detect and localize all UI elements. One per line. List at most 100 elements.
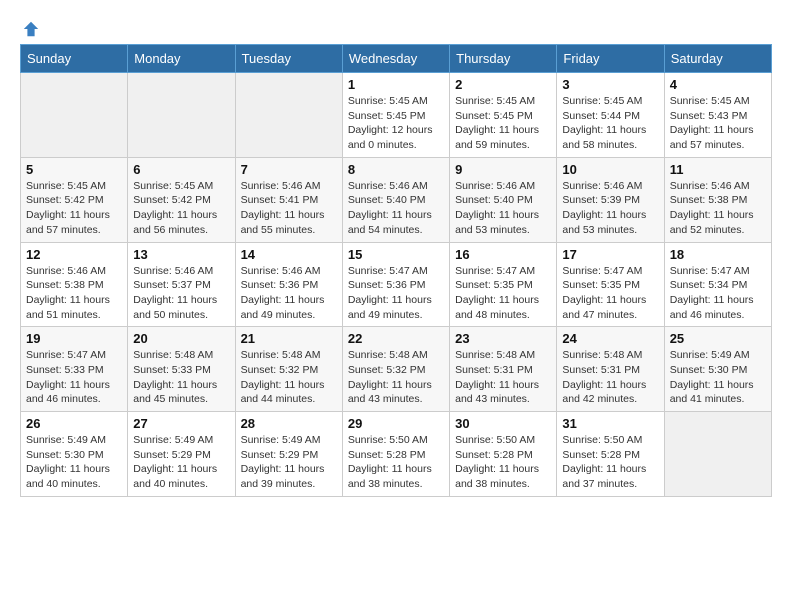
day-info: Sunrise: 5:46 AM Sunset: 5:37 PM Dayligh…: [133, 264, 229, 323]
day-info: Sunrise: 5:46 AM Sunset: 5:36 PM Dayligh…: [241, 264, 337, 323]
calendar-cell: 13 Sunrise: 5:46 AM Sunset: 5:37 PM Dayli…: [128, 242, 235, 327]
calendar-cell: 29 Sunrise: 5:50 AM Sunset: 5:28 PM Dayli…: [342, 412, 449, 497]
day-info: Sunrise: 5:48 AM Sunset: 5:32 PM Dayligh…: [241, 348, 337, 407]
calendar-cell: 7 Sunrise: 5:46 AM Sunset: 5:41 PM Daylig…: [235, 157, 342, 242]
calendar-cell: 14 Sunrise: 5:46 AM Sunset: 5:36 PM Dayli…: [235, 242, 342, 327]
calendar-cell: 18Sunrise: 5:47 AM Sunset: 5:34 PM Dayli…: [664, 242, 771, 327]
logo: [20, 20, 40, 34]
day-number: 11: [670, 162, 766, 177]
day-number: 27: [133, 416, 229, 431]
day-number: 5: [26, 162, 122, 177]
day-number: 1: [348, 77, 444, 92]
day-number: 22: [348, 331, 444, 346]
day-info: Sunrise: 5:46 AM Sunset: 5:40 PM Dayligh…: [455, 179, 551, 238]
calendar-cell: 4Sunrise: 5:45 AM Sunset: 5:43 PM Daylig…: [664, 73, 771, 158]
day-number: 8: [348, 162, 444, 177]
calendar-cell: 27 Sunrise: 5:49 AM Sunset: 5:29 PM Dayli…: [128, 412, 235, 497]
day-info: Sunrise: 5:46 AM Sunset: 5:38 PM Dayligh…: [670, 179, 766, 238]
day-info: Sunrise: 5:47 AM Sunset: 5:35 PM Dayligh…: [562, 264, 658, 323]
weekday-header: Thursday: [450, 45, 557, 73]
day-number: 10: [562, 162, 658, 177]
calendar-cell: 23 Sunrise: 5:48 AM Sunset: 5:31 PM Dayli…: [450, 327, 557, 412]
day-number: 30: [455, 416, 551, 431]
day-info: Sunrise: 5:45 AM Sunset: 5:45 PM Dayligh…: [348, 94, 444, 153]
calendar-header-row: SundayMondayTuesdayWednesdayThursdayFrid…: [21, 45, 772, 73]
day-info: Sunrise: 5:48 AM Sunset: 5:31 PM Dayligh…: [562, 348, 658, 407]
weekday-header: Monday: [128, 45, 235, 73]
day-info: Sunrise: 5:49 AM Sunset: 5:29 PM Dayligh…: [241, 433, 337, 492]
day-info: Sunrise: 5:45 AM Sunset: 5:42 PM Dayligh…: [133, 179, 229, 238]
calendar-cell: 25Sunrise: 5:49 AM Sunset: 5:30 PM Dayli…: [664, 327, 771, 412]
calendar-cell: 9Sunrise: 5:46 AM Sunset: 5:40 PM Daylig…: [450, 157, 557, 242]
day-number: 14: [241, 247, 337, 262]
day-number: 2: [455, 77, 551, 92]
day-info: Sunrise: 5:48 AM Sunset: 5:31 PM Dayligh…: [455, 348, 551, 407]
calendar-cell: 2 Sunrise: 5:45 AM Sunset: 5:45 PM Daylig…: [450, 73, 557, 158]
calendar-week-row: 12 Sunrise: 5:46 AM Sunset: 5:38 PM Dayli…: [21, 242, 772, 327]
day-info: Sunrise: 5:46 AM Sunset: 5:41 PM Dayligh…: [241, 179, 337, 238]
day-number: 24: [562, 331, 658, 346]
calendar-week-row: 19Sunrise: 5:47 AM Sunset: 5:33 PM Dayli…: [21, 327, 772, 412]
calendar-cell: 19Sunrise: 5:47 AM Sunset: 5:33 PM Dayli…: [21, 327, 128, 412]
day-number: 13: [133, 247, 229, 262]
day-number: 20: [133, 331, 229, 346]
calendar-table: SundayMondayTuesdayWednesdayThursdayFrid…: [20, 44, 772, 497]
calendar-cell: 30 Sunrise: 5:50 AM Sunset: 5:28 PM Dayli…: [450, 412, 557, 497]
day-number: 15: [348, 247, 444, 262]
calendar-cell: [21, 73, 128, 158]
calendar-week-row: 26 Sunrise: 5:49 AM Sunset: 5:30 PM Dayli…: [21, 412, 772, 497]
weekday-header: Wednesday: [342, 45, 449, 73]
day-info: Sunrise: 5:49 AM Sunset: 5:29 PM Dayligh…: [133, 433, 229, 492]
calendar-cell: 22Sunrise: 5:48 AM Sunset: 5:32 PM Dayli…: [342, 327, 449, 412]
calendar-cell: 11 Sunrise: 5:46 AM Sunset: 5:38 PM Dayli…: [664, 157, 771, 242]
weekday-header: Saturday: [664, 45, 771, 73]
day-number: 3: [562, 77, 658, 92]
day-info: Sunrise: 5:45 AM Sunset: 5:42 PM Dayligh…: [26, 179, 122, 238]
day-number: 4: [670, 77, 766, 92]
calendar-cell: [664, 412, 771, 497]
calendar-cell: 8 Sunrise: 5:46 AM Sunset: 5:40 PM Daylig…: [342, 157, 449, 242]
calendar-week-row: 1 Sunrise: 5:45 AM Sunset: 5:45 PM Daylig…: [21, 73, 772, 158]
calendar-cell: 26 Sunrise: 5:49 AM Sunset: 5:30 PM Dayli…: [21, 412, 128, 497]
day-number: 26: [26, 416, 122, 431]
calendar-cell: 17Sunrise: 5:47 AM Sunset: 5:35 PM Dayli…: [557, 242, 664, 327]
calendar-cell: 12 Sunrise: 5:46 AM Sunset: 5:38 PM Dayli…: [21, 242, 128, 327]
day-number: 21: [241, 331, 337, 346]
day-info: Sunrise: 5:46 AM Sunset: 5:38 PM Dayligh…: [26, 264, 122, 323]
calendar-cell: 10 Sunrise: 5:46 AM Sunset: 5:39 PM Dayli…: [557, 157, 664, 242]
day-info: Sunrise: 5:46 AM Sunset: 5:40 PM Dayligh…: [348, 179, 444, 238]
weekday-header: Tuesday: [235, 45, 342, 73]
day-info: Sunrise: 5:50 AM Sunset: 5:28 PM Dayligh…: [562, 433, 658, 492]
calendar-cell: 20Sunrise: 5:48 AM Sunset: 5:33 PM Dayli…: [128, 327, 235, 412]
day-number: 16: [455, 247, 551, 262]
day-number: 18: [670, 247, 766, 262]
day-info: Sunrise: 5:50 AM Sunset: 5:28 PM Dayligh…: [455, 433, 551, 492]
weekday-header: Sunday: [21, 45, 128, 73]
logo-icon: [22, 20, 40, 38]
day-number: 19: [26, 331, 122, 346]
day-info: Sunrise: 5:47 AM Sunset: 5:36 PM Dayligh…: [348, 264, 444, 323]
day-info: Sunrise: 5:47 AM Sunset: 5:35 PM Dayligh…: [455, 264, 551, 323]
day-number: 28: [241, 416, 337, 431]
page-header: [20, 20, 772, 34]
calendar-cell: 31Sunrise: 5:50 AM Sunset: 5:28 PM Dayli…: [557, 412, 664, 497]
day-info: Sunrise: 5:46 AM Sunset: 5:39 PM Dayligh…: [562, 179, 658, 238]
calendar-cell: 15 Sunrise: 5:47 AM Sunset: 5:36 PM Dayli…: [342, 242, 449, 327]
day-number: 7: [241, 162, 337, 177]
day-info: Sunrise: 5:45 AM Sunset: 5:44 PM Dayligh…: [562, 94, 658, 153]
day-info: Sunrise: 5:45 AM Sunset: 5:45 PM Dayligh…: [455, 94, 551, 153]
day-info: Sunrise: 5:49 AM Sunset: 5:30 PM Dayligh…: [26, 433, 122, 492]
weekday-header: Friday: [557, 45, 664, 73]
calendar-cell: [235, 73, 342, 158]
day-number: 29: [348, 416, 444, 431]
day-number: 23: [455, 331, 551, 346]
calendar-cell: 6 Sunrise: 5:45 AM Sunset: 5:42 PM Daylig…: [128, 157, 235, 242]
calendar-cell: [128, 73, 235, 158]
day-number: 6: [133, 162, 229, 177]
day-info: Sunrise: 5:50 AM Sunset: 5:28 PM Dayligh…: [348, 433, 444, 492]
calendar-week-row: 5 Sunrise: 5:45 AM Sunset: 5:42 PM Daylig…: [21, 157, 772, 242]
calendar-cell: 28 Sunrise: 5:49 AM Sunset: 5:29 PM Dayli…: [235, 412, 342, 497]
calendar-cell: 3 Sunrise: 5:45 AM Sunset: 5:44 PM Daylig…: [557, 73, 664, 158]
day-number: 12: [26, 247, 122, 262]
calendar-cell: 1 Sunrise: 5:45 AM Sunset: 5:45 PM Daylig…: [342, 73, 449, 158]
